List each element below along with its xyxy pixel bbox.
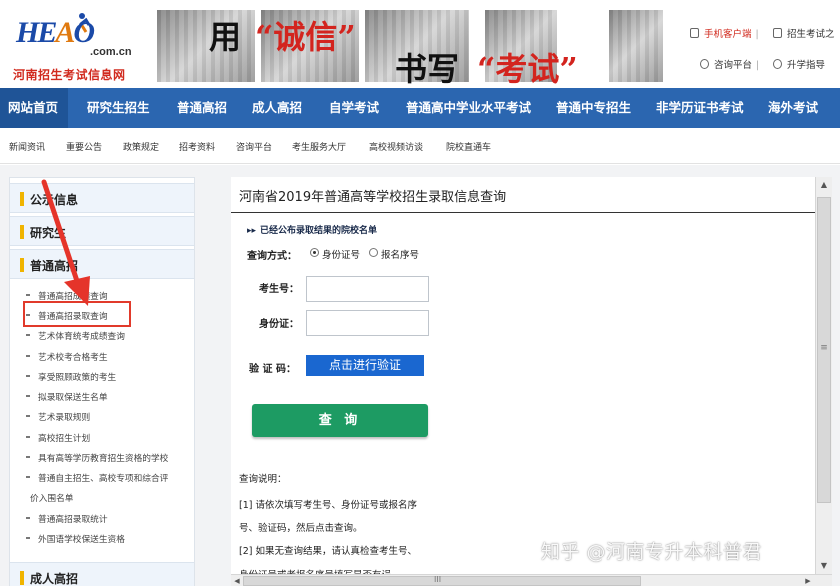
radio-id-number-label[interactable]: 身份证号 [322,247,360,261]
watermark: 知乎 @河南专升本科普君 [541,541,763,563]
sidebar-item-art-qualified[interactable]: 艺术校考合格考生 [26,350,108,363]
banner-text: 用 [209,18,242,56]
subnav-consult[interactable]: 咨询平台 [236,140,272,153]
exam-guide-link[interactable]: 招生考试之 [773,26,835,40]
subnav-service-hall[interactable]: 考生服务大厅 [292,140,346,153]
nav-regular-admission[interactable]: 普通高招 [177,88,227,128]
sidebar: 公示信息 研究生 普通高招 普通高招成绩查询 普通高招录取查询 艺术体育统考成绩… [9,177,195,586]
main-nav: 网站首页 研究生招生 普通高招 成人高招 自学考试 普通高中学业水平考试 普通中… [0,88,840,128]
sidebar-item-score-query[interactable]: 普通高招成绩查询 [26,289,108,302]
phone-icon [690,28,699,38]
sidebar-item-art-rules[interactable]: 艺术录取规则 [25,410,90,423]
exam-number-input[interactable] [306,276,429,302]
site-header: HEAO .com.cn 河南招生考试信息网 用 “诚信” 书写 “考试” 手机… [0,0,840,88]
scroll-left-arrow-icon[interactable]: ◀ [231,575,243,586]
sidebar-section-adult-admission[interactable]: 成人高招 [10,562,194,586]
sidebar-item-recommended-list[interactable]: 拟录取保送生名单 [26,390,108,403]
double-arrow-icon: ▸▸ [247,226,257,236]
logo-site-name: 河南招生考试信息网 [13,68,126,82]
captcha-verify-button[interactable]: 点击进行验证 [306,355,424,376]
banner-text: “诚信” [255,18,356,56]
help-title: 查询说明： [239,474,287,485]
horizontal-scroll-thumb[interactable]: III [243,575,641,586]
nav-secondary-vocational[interactable]: 普通中专招生 [556,88,631,128]
admission-guide-link[interactable]: 升学指导 [773,57,825,71]
query-button[interactable]: 查 询 [252,404,428,437]
help-line: [2] 如果无查询结果，请认真检查考生号、 [239,546,417,557]
page-title: 河南省2019年普通高等学校招生录取信息查询 [239,190,507,205]
consult-platform-link[interactable]: 咨询平台 | [700,57,763,71]
vertical-scrollbar[interactable]: ▲ ≡ ▼ [815,177,832,574]
sidebar-item-independent-enrollment-cont[interactable]: 价入围名单 [30,491,73,504]
sub-nav: 新闻资讯 重要公告 政策规定 招考资料 咨询平台 考生服务大厅 高校视频访谈 院… [0,128,840,164]
sidebar-item-independent-enrollment[interactable]: 普通自主招生、高校专项和综合评 [25,471,168,484]
vertical-scroll-thumb[interactable]: ≡ [817,197,831,503]
content-area: 公示信息 研究生 普通高招 普通高招成绩查询 普通高招录取查询 艺术体育统考成绩… [0,165,840,586]
banner-text: 书写 [395,50,460,88]
radio-id-number[interactable] [310,248,319,257]
site-logo[interactable]: HEAO .com.cn 河南招生考试信息网 [10,10,150,82]
sidebar-item-admission-query[interactable]: 普通高招录取查询 [26,309,108,322]
book-icon [773,28,782,38]
subnav-materials[interactable]: 招考资料 [179,140,215,153]
title-divider [231,212,815,213]
id-number-input[interactable] [306,310,429,336]
sidebar-item-enrollment-plan[interactable]: 高校招生计划 [25,431,90,444]
subnav-announcements[interactable]: 重要公告 [66,140,102,153]
logo-mark: HEAO [16,16,95,49]
grip-icon: III [434,575,442,584]
nav-home[interactable]: 网站首页 [0,88,68,128]
nav-high-school-exam[interactable]: 普通高中学业水平考试 [406,88,531,128]
sidebar-item-preferential-policy[interactable]: 享受照顾政策的考生 [25,370,116,383]
nav-self-study-exam[interactable]: 自学考试 [329,88,379,128]
radio-registration-number[interactable] [369,248,378,257]
banner-photo [609,10,663,82]
query-panel: 河南省2019年普通高等学校招生录取信息查询 ▸▸ 已经公布录取结果的院校名单 查… [231,177,815,586]
integrity-banner: 用 “诚信” 书写 “考试” [157,10,663,88]
grip-icon: ≡ [820,343,828,353]
sidebar-section-regular-admission[interactable]: 普通高招 [10,249,194,279]
query-method-label: 查询方式： [247,251,297,262]
sidebar-section-graduate[interactable]: 研究生 [10,216,194,246]
captcha-label: 验 证 码： [249,364,296,375]
banner-text: “考试” [477,50,578,88]
nav-certificate-exam[interactable]: 非学历证书考试 [656,88,744,128]
horizontal-scrollbar[interactable]: ◀ III ▶ [231,574,832,586]
sidebar-section-public-info[interactable]: 公示信息 [10,183,194,213]
radio-registration-number-label[interactable]: 报名序号 [381,247,419,261]
subnav-college-direct[interactable]: 院校直通车 [446,140,491,153]
sidebar-item-admission-stats[interactable]: 普通高招录取统计 [26,512,108,525]
scroll-right-arrow-icon[interactable]: ▶ [802,575,814,586]
chat-icon [700,59,709,69]
sidebar-item-foreign-language-school[interactable]: 外国语学校保送生资格 [26,532,125,545]
help-line: [1] 请依次填写考生号、身份证号或报名序 [239,500,417,511]
id-number-label: 身份证： [259,319,299,330]
help-line: 号、验证码，然后点击查询。 [239,523,363,534]
quick-links: 手机客户端 | 招生考试之 咨询平台 | 升学指导 [688,22,838,82]
exam-number-label: 考生号： [259,284,299,295]
mobile-client-link[interactable]: 手机客户端 | [690,26,763,40]
sidebar-item-qualified-schools[interactable]: 具有高等学历教育招生资格的学校 [25,451,168,464]
nav-adult-admission[interactable]: 成人高招 [252,88,302,128]
subnav-news[interactable]: 新闻资讯 [9,140,45,153]
scroll-down-arrow-icon[interactable]: ▼ [816,558,832,574]
chat-icon [773,59,782,69]
scroll-up-arrow-icon[interactable]: ▲ [816,177,832,193]
published-colleges-link[interactable]: ▸▸ 已经公布录取结果的院校名单 [247,223,377,236]
nav-graduate[interactable]: 研究生招生 [87,88,150,128]
sidebar-item-art-sports-score[interactable]: 艺术体育统考成绩查询 [26,329,125,342]
nav-overseas-exam[interactable]: 海外考试 [768,88,818,128]
subnav-video-interviews[interactable]: 高校视频访谈 [369,140,423,153]
logo-domain: .com.cn [90,46,132,58]
subnav-policies[interactable]: 政策规定 [123,140,159,153]
